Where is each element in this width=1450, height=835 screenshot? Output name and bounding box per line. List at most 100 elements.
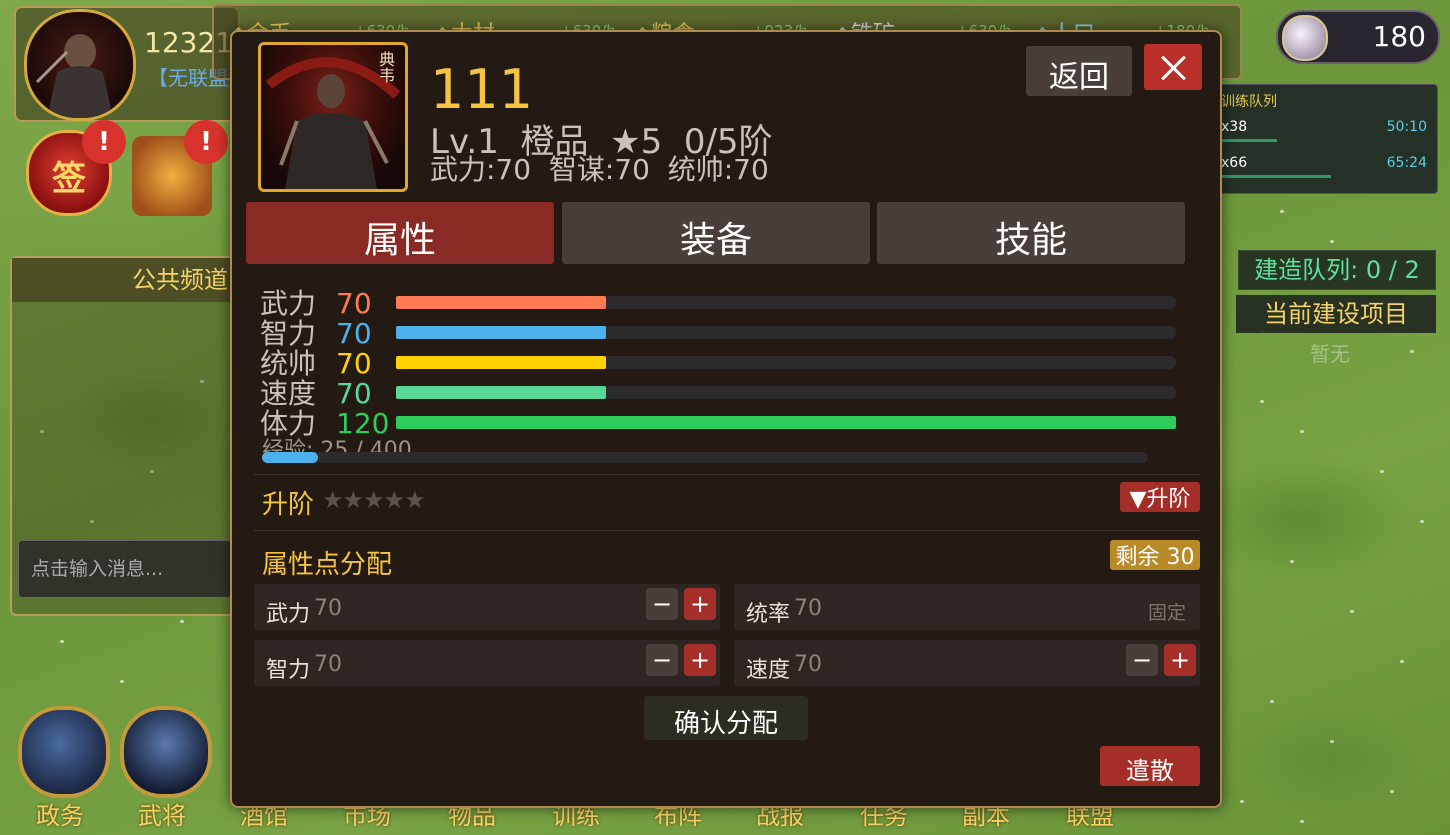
hero-portrait: 典韦 — [258, 42, 408, 192]
attribute-row: 速度 70 — [260, 377, 1180, 410]
training-progress-bar — [1221, 139, 1277, 142]
back-button[interactable]: 返回 — [1026, 46, 1132, 96]
attribute-bar — [396, 386, 1176, 399]
map-decoration — [120, 680, 124, 683]
map-decoration — [1260, 400, 1264, 403]
allocation-name: 速度 — [746, 658, 791, 683]
attribute-bar-fill — [396, 326, 606, 339]
attribute-label: 统帅 — [260, 347, 317, 380]
training-row-time: 50:10 — [1386, 119, 1427, 135]
chat-title[interactable]: 公共频道 — [12, 258, 232, 302]
nav-general[interactable]: 武将 — [138, 796, 186, 831]
attribute-label: 武力 — [260, 287, 317, 320]
attribute-value: 70 — [336, 377, 372, 410]
attribute-value: 70 — [336, 317, 372, 350]
warrior-portrait-icon — [35, 34, 113, 118]
map-decoration — [1300, 430, 1304, 433]
attribute-bar-fill — [396, 356, 606, 369]
allocation-value: 70 — [314, 652, 342, 677]
training-row-label: x38 — [1221, 119, 1248, 135]
attribute-bar-fill — [396, 296, 606, 309]
signin-alert-badge: ! — [82, 120, 126, 164]
allocation-item: 统率 70 固定 — [734, 584, 1200, 630]
attribute-row: 智力 70 — [260, 317, 1180, 350]
map-decoration — [1290, 560, 1294, 563]
attribute-row: 统帅 70 — [260, 347, 1180, 380]
attribute-bar — [396, 326, 1176, 339]
tab-equipment[interactable]: 装备 — [562, 202, 870, 264]
decrease-button[interactable]: − — [1126, 644, 1158, 676]
allocation-value: 70 — [794, 652, 822, 677]
attribute-value: 70 — [336, 287, 372, 320]
chat-input[interactable]: 点击输入消息... — [18, 540, 232, 598]
hero-detail-modal: 典韦 111 Lv.1 橙品 ★5 0/5阶 武力:70 智谋:70 统帅:70… — [230, 30, 1222, 808]
hero-name: 111 — [430, 58, 534, 121]
remaining-points-badge: 剩余 30 — [1110, 540, 1200, 570]
map-decoration — [1280, 210, 1284, 213]
allocation-value: 70 — [794, 596, 822, 621]
training-queue-title: 训练队列 — [1221, 94, 1277, 110]
build-empty-text: 暂无 — [1310, 342, 1350, 366]
attribute-bar-fill — [396, 386, 606, 399]
attribute-value: 70 — [336, 347, 372, 380]
map-decoration — [1330, 240, 1334, 243]
map-decoration — [1410, 350, 1414, 353]
attribute-label: 速度 — [260, 377, 317, 410]
upgrade-stars: ★★★★★ — [322, 486, 426, 514]
currency-panel[interactable]: 180 — [1276, 10, 1440, 64]
upgrade-button[interactable]: ▼升阶 — [1120, 482, 1200, 512]
hero-summary-stats: 武力:70 智谋:70 统帅:70 — [430, 153, 769, 186]
current-build-button[interactable]: 当前建设项目 — [1236, 295, 1436, 333]
allocation-item: 智力 70 − + — [254, 640, 720, 686]
chat-panel: 公共频道 点击输入消息... — [10, 256, 234, 616]
map-decoration — [60, 640, 64, 643]
attribute-bar — [396, 416, 1176, 429]
attribute-bar — [396, 296, 1176, 309]
increase-button[interactable]: + — [1164, 644, 1196, 676]
training-row-label: x66 — [1221, 155, 1248, 171]
close-button[interactable] — [1144, 44, 1202, 90]
attribute-row: 武力 70 — [260, 287, 1180, 320]
allocation-title: 属性点分配 — [262, 550, 393, 580]
coin-count: 180 — [1372, 20, 1426, 53]
experience-bar-fill — [262, 452, 318, 463]
coin-icon — [1282, 15, 1328, 61]
allocation-name: 智力 — [266, 658, 311, 683]
decrease-button[interactable]: − — [646, 588, 678, 620]
allocation-value: 70 — [314, 596, 342, 621]
portrait-seal: 典韦 — [376, 51, 395, 83]
map-decoration — [180, 620, 184, 623]
divider — [254, 474, 1200, 475]
upgrade-label: 升阶 — [262, 490, 315, 520]
allocation-item: 速度 70 − + — [734, 640, 1200, 686]
build-queue-button[interactable]: 建造队列: 0 / 2 — [1238, 250, 1436, 290]
training-queue-panel[interactable]: 训练队列 x38 50:10 x66 65:24 — [1210, 84, 1438, 194]
decrease-button[interactable]: − — [646, 644, 678, 676]
allocation-name: 统率 — [746, 602, 791, 627]
training-row-time: 65:24 — [1386, 155, 1427, 171]
allocation-fixed-label: 固定 — [1147, 602, 1186, 624]
tab-attributes[interactable]: 属性 — [246, 202, 554, 264]
training-progress-bar — [1221, 175, 1331, 178]
gift-alert-badge: ! — [184, 120, 228, 164]
tab-skills[interactable]: 技能 — [877, 202, 1185, 264]
allocation-name: 武力 — [266, 602, 311, 627]
experience-bar — [262, 452, 1148, 463]
allocation-item: 武力 70 − + — [254, 584, 720, 630]
increase-button[interactable]: + — [684, 644, 716, 676]
attribute-bar — [396, 356, 1176, 369]
dismiss-hero-button[interactable]: 遣散 — [1100, 746, 1200, 786]
nav-governance[interactable]: 政务 — [36, 796, 84, 831]
map-decoration — [1420, 520, 1424, 523]
map-decoration — [1380, 470, 1384, 473]
map-decoration — [1350, 610, 1354, 613]
attribute-bar-fill — [396, 416, 1176, 429]
general-icon[interactable] — [120, 706, 212, 798]
map-decoration — [1400, 660, 1404, 663]
divider — [254, 530, 1200, 531]
governance-icon[interactable] — [18, 706, 110, 798]
increase-button[interactable]: + — [684, 588, 716, 620]
confirm-allocation-button[interactable]: 确认分配 — [644, 696, 808, 740]
player-avatar[interactable] — [24, 9, 136, 121]
attribute-label: 智力 — [260, 317, 317, 350]
